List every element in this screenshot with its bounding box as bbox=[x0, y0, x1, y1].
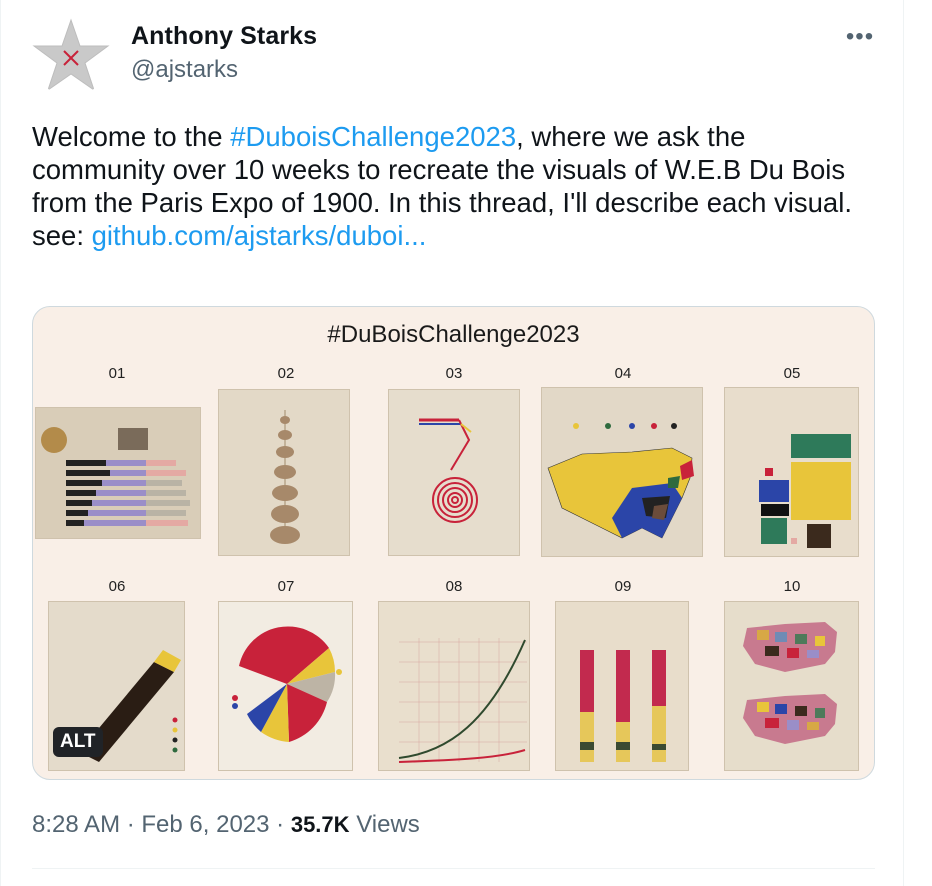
thumb-number: 10 bbox=[783, 578, 801, 595]
dubois-plate-08 bbox=[378, 601, 530, 771]
us-map-distribution-graphic bbox=[542, 388, 702, 556]
land-bags-graphic bbox=[219, 390, 349, 555]
thumb-number: 06 bbox=[108, 578, 126, 595]
tweet-time[interactable]: 8:28 AM bbox=[32, 811, 120, 838]
thumb-number: 02 bbox=[277, 365, 295, 382]
dubois-plate-05 bbox=[724, 387, 859, 557]
views-count: 35.7K bbox=[290, 812, 350, 837]
pie-graphic bbox=[219, 602, 352, 770]
github-link[interactable]: github.com/ajstarks/duboi... bbox=[92, 220, 427, 251]
media-image[interactable]: #DuBoisChallenge2023 01 02 03 04 05 06 0… bbox=[32, 306, 875, 780]
thumb-number: 07 bbox=[277, 578, 295, 595]
author-handle[interactable]: @ajstarks bbox=[131, 56, 238, 84]
tweet-date[interactable]: Feb 6, 2023 bbox=[141, 811, 269, 838]
divider bbox=[32, 868, 875, 869]
dubois-plate-03 bbox=[388, 389, 520, 556]
avatar[interactable] bbox=[31, 16, 111, 96]
dubois-plate-02 bbox=[218, 389, 350, 556]
meta-separator: · bbox=[269, 811, 291, 838]
dubois-plate-09 bbox=[555, 601, 689, 771]
thumb-number: 08 bbox=[445, 578, 463, 595]
growth-curve-graphic bbox=[379, 602, 529, 770]
tweet-text-intro: Welcome to the bbox=[32, 121, 231, 152]
dubois-plate-07 bbox=[218, 601, 353, 771]
stacked-columns-graphic bbox=[556, 602, 688, 770]
views-label: Views bbox=[349, 811, 420, 838]
dubois-plate-04 bbox=[541, 387, 703, 557]
rectangles-graphic bbox=[725, 388, 858, 556]
meta-separator: · bbox=[120, 811, 142, 838]
hashtag-link[interactable]: #DuboisChallenge2023 bbox=[230, 121, 516, 152]
two-us-maps-graphic bbox=[725, 602, 858, 770]
income-bars-graphic bbox=[36, 408, 200, 538]
thumb-number: 01 bbox=[108, 365, 126, 382]
author-name[interactable]: Anthony Starks bbox=[131, 22, 317, 51]
dubois-plate-10 bbox=[724, 601, 859, 771]
see-label: see: bbox=[32, 220, 92, 251]
tweet-meta: 8:28 AM · Feb 6, 2023 · 35.7K Views bbox=[32, 811, 420, 839]
dubois-plate-01 bbox=[35, 407, 201, 539]
thumb-number: 09 bbox=[614, 578, 632, 595]
tweet-text: Welcome to the #DuboisChallenge2023, whe… bbox=[32, 120, 872, 252]
thumb-number: 04 bbox=[614, 365, 632, 382]
thumb-number: 05 bbox=[783, 365, 801, 382]
media-title: #DuBoisChallenge2023 bbox=[327, 321, 580, 348]
tweet-card: Anthony Starks @ajstarks ••• Welcome to … bbox=[0, 0, 904, 886]
alt-text-badge[interactable]: ALT bbox=[53, 727, 103, 757]
thumb-number: 03 bbox=[445, 365, 463, 382]
star-avatar-icon bbox=[32, 18, 110, 92]
more-options-icon[interactable]: ••• bbox=[843, 24, 877, 54]
spiral-graphic bbox=[389, 390, 519, 555]
